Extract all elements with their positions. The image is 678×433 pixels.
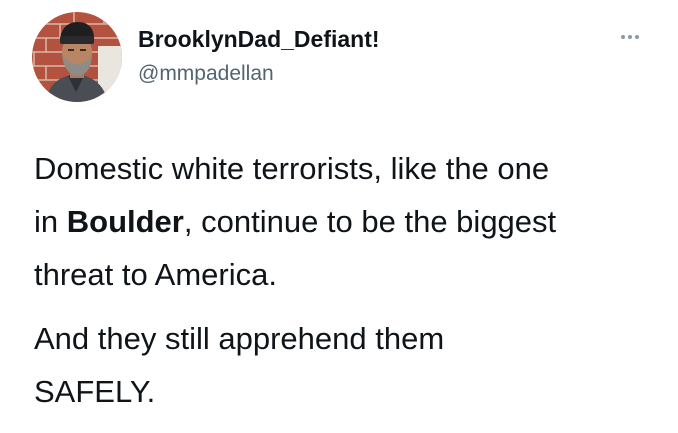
tweet-line-segment: , continue to be the biggest — [183, 204, 557, 239]
user-handle[interactable]: @mmpadellan — [138, 62, 274, 86]
ellipsis-icon — [635, 35, 639, 39]
tweet-card: BrooklynDad_Defiant! @mmpadellan Domesti… — [0, 0, 678, 433]
display-name[interactable]: BrooklynDad_Defiant! — [138, 26, 380, 53]
tweet-paragraph: And they still apprehend them SAFELY. — [34, 312, 664, 418]
more-options-button[interactable] — [612, 26, 648, 48]
tweet-line: And they still apprehend them — [34, 321, 445, 356]
tweet-line-segment: in — [34, 204, 67, 239]
tweet-text: Domestic white terrorists, like the one … — [34, 142, 664, 418]
tweet-paragraph: Domestic white terrorists, like the one … — [34, 142, 664, 301]
bold-word: Boulder — [66, 204, 184, 239]
profile-photo-icon — [32, 12, 122, 102]
tweet-line: Domestic white terrorists, like the one — [34, 151, 550, 186]
ellipsis-icon — [621, 35, 625, 39]
avatar[interactable] — [32, 12, 122, 102]
tweet-line: threat to America. — [34, 257, 277, 292]
tweet-line: SAFELY. — [34, 374, 156, 409]
ellipsis-icon — [628, 35, 632, 39]
